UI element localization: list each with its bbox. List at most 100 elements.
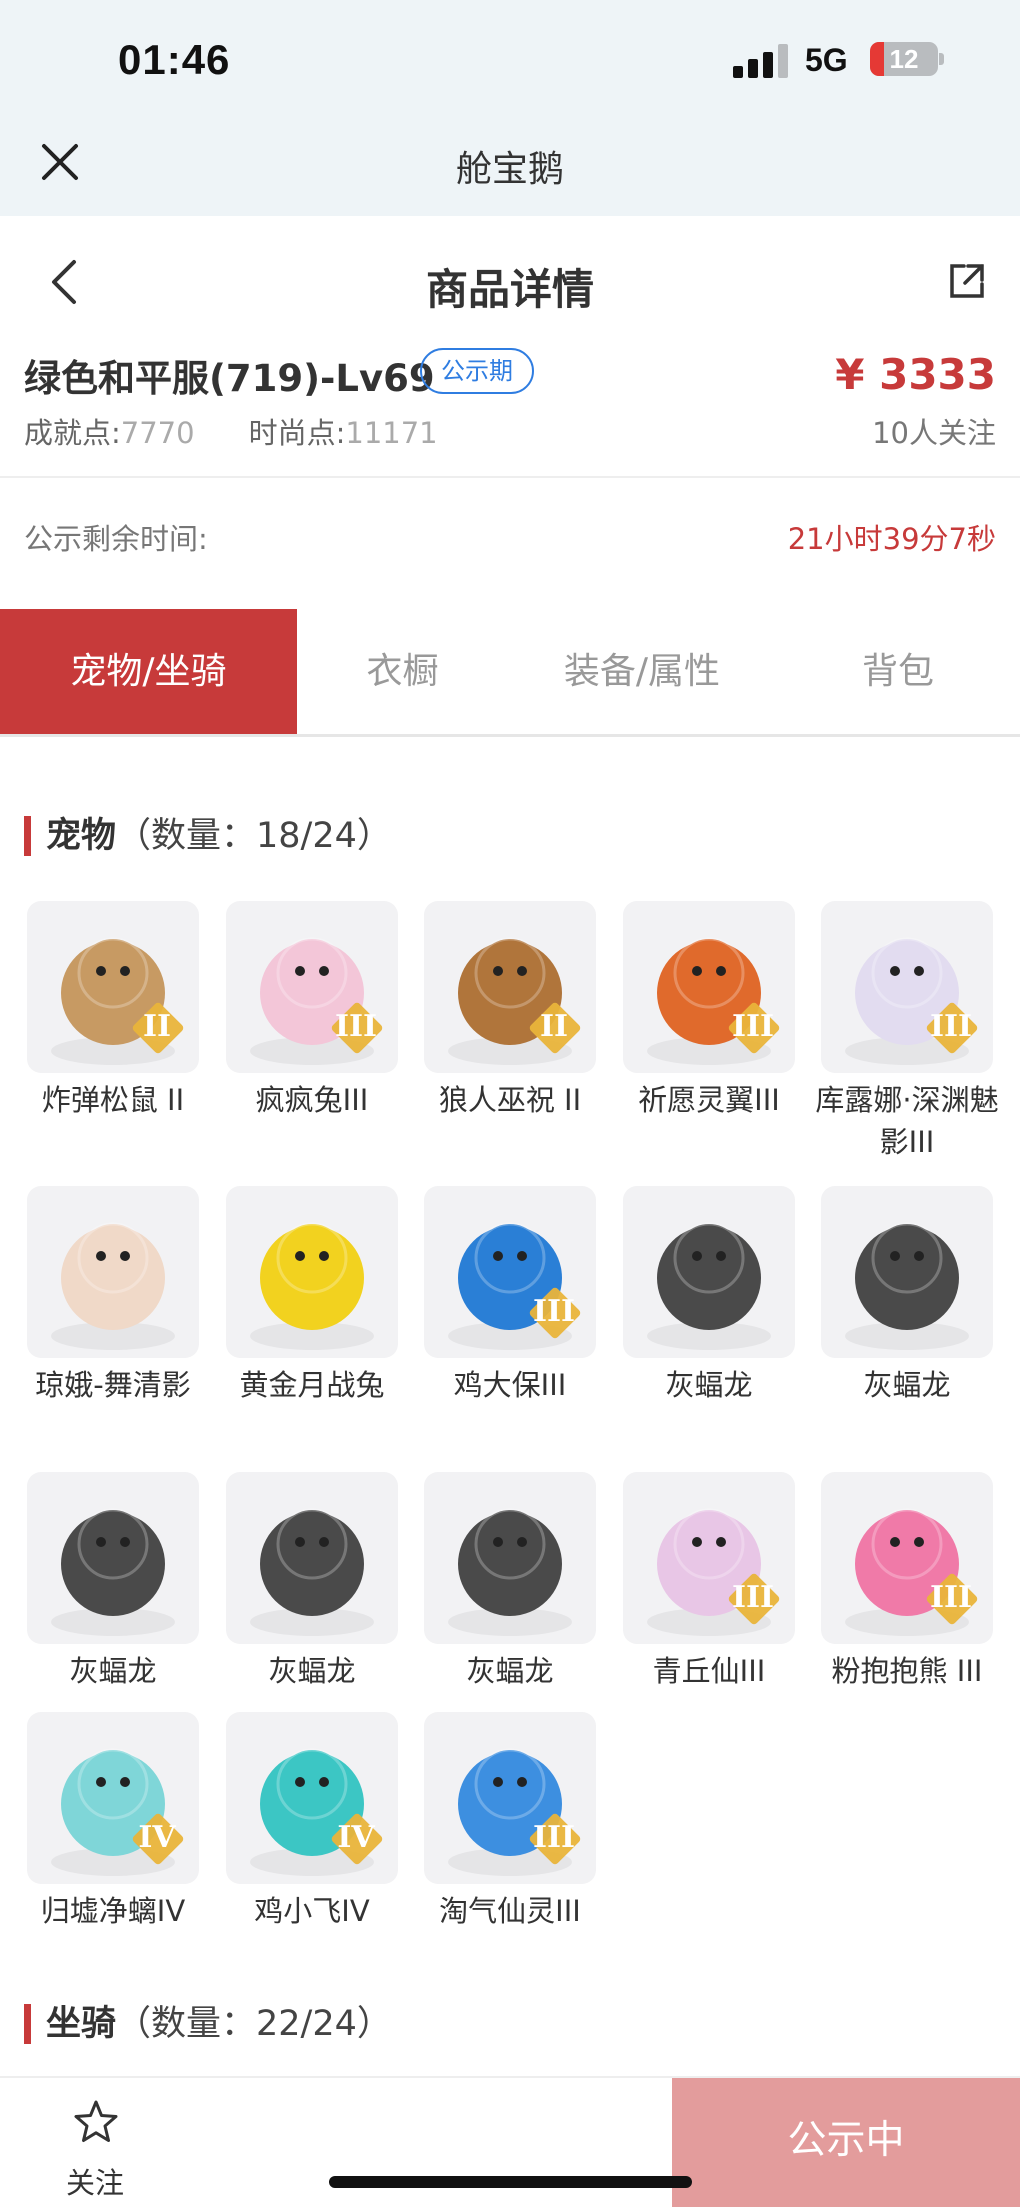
- pet-name: 青丘仙III: [652, 1654, 766, 1688]
- pets-section-title: 宠物（数量：18/24）: [24, 814, 392, 858]
- pet-item[interactable]: III 疯疯兔III: [226, 901, 398, 1121]
- pets-count: （数量：18/24）: [116, 816, 392, 856]
- rank-badge: III: [923, 1570, 979, 1626]
- rank-text: III: [929, 1580, 973, 1615]
- pet-thumbnail: [623, 1186, 795, 1358]
- pet-name: 淘气仙灵III: [439, 1894, 581, 1928]
- pet-item[interactable]: II 炸弹松鼠 II: [27, 901, 199, 1121]
- fashion-label: 时尚点:: [248, 416, 346, 450]
- pet-item[interactable]: III 祈愿灵翼III: [623, 901, 795, 1121]
- pet-name: 鸡大保III: [453, 1368, 567, 1402]
- pet-thumbnail: III: [623, 1472, 795, 1644]
- pet-item[interactable]: IV 归墟净螭IV: [27, 1712, 199, 1932]
- app-top-bar: 01:46 5G 12 舱宝鹅: [0, 0, 1020, 216]
- pet-name: 灰蝠龙: [466, 1654, 554, 1688]
- pet-thumbnail: [821, 1186, 993, 1358]
- follow-button[interactable]: 关注: [0, 2078, 190, 2207]
- dragon-icon: [250, 1508, 374, 1636]
- pets-title-text: 宠物: [46, 816, 117, 856]
- pet-name: 灰蝠龙: [863, 1368, 951, 1402]
- tab-equipment[interactable]: 装备/属性: [508, 609, 776, 734]
- tab-bar: 宠物/坐骑 衣橱 装备/属性 背包: [0, 609, 1020, 737]
- battery-level: 12: [889, 44, 919, 74]
- pet-name: 归墟净螭IV: [40, 1894, 186, 1928]
- pet-item[interactable]: IV 鸡小飞IV: [226, 1712, 398, 1932]
- pet-item[interactable]: III 粉抱抱熊 III: [821, 1472, 993, 1692]
- pet-thumbnail: [226, 1186, 398, 1358]
- pet-thumbnail: III: [424, 1186, 596, 1358]
- app-title: 舱宝鹅: [455, 149, 564, 190]
- pet-thumbnail: IV: [226, 1712, 398, 1884]
- tab-wardrobe[interactable]: 衣橱: [297, 609, 508, 734]
- pet-item[interactable]: III 鸡大保III: [424, 1186, 596, 1406]
- pet-name: 灰蝠龙: [69, 1654, 157, 1688]
- pet-item[interactable]: 灰蝠龙: [424, 1472, 596, 1692]
- rank-badge: III: [526, 1284, 582, 1340]
- rank-text: II: [539, 1009, 569, 1044]
- pet-thumbnail: [424, 1472, 596, 1644]
- battery-tip: [939, 53, 944, 65]
- pet-item[interactable]: II 狼人巫祝 II: [424, 901, 596, 1121]
- pet-thumbnail: III: [226, 901, 398, 1073]
- publicity-status-button[interactable]: 公示中: [672, 2078, 1020, 2207]
- pet-name: 鸡小飞IV: [254, 1894, 370, 1928]
- rank-text: III: [532, 1294, 576, 1329]
- pet-item[interactable]: 琼娥-舞清影: [27, 1186, 199, 1406]
- page: 01:46 5G 12 舱宝鹅 商品详情 绿色和平服(719)-Lv69 公示期…: [0, 0, 1020, 2207]
- remaining-time-value: 21小时39分7秒: [787, 522, 996, 556]
- pet-item[interactable]: 黄金月战兔: [226, 1186, 398, 1406]
- pet-thumbnail: [226, 1472, 398, 1644]
- pet-name: 灰蝠龙: [268, 1654, 356, 1688]
- share-icon[interactable]: [948, 262, 986, 300]
- pet-thumbnail: III: [821, 1472, 993, 1644]
- achievement-label: 成就点:: [24, 416, 121, 450]
- rank-badge: II: [526, 999, 582, 1055]
- rank-badge: III: [923, 999, 979, 1055]
- status-time: 01:46: [118, 36, 231, 83]
- achievement-value: 7770: [120, 416, 195, 450]
- mounts-title-text: 坐骑: [46, 2004, 117, 2044]
- pet-item[interactable]: III 青丘仙III: [623, 1472, 795, 1692]
- rank-badge: IV: [328, 1810, 384, 1866]
- gold-rabbit-icon: [250, 1222, 374, 1350]
- pet-item[interactable]: III 库露娜·深渊魅影III: [815, 901, 999, 1163]
- pet-thumbnail: III: [623, 901, 795, 1073]
- pet-item[interactable]: 灰蝠龙: [27, 1472, 199, 1692]
- mounts-section-title: 坐骑（数量：22/24）: [24, 2002, 392, 2046]
- pet-item[interactable]: 灰蝠龙: [226, 1472, 398, 1692]
- rank-text: IV: [337, 1820, 375, 1855]
- rank-text: IV: [138, 1820, 176, 1855]
- pet-name: 祈愿灵翼III: [638, 1083, 780, 1117]
- pet-thumbnail: III: [821, 901, 993, 1073]
- pet-name: 粉抱抱熊 III: [831, 1654, 983, 1688]
- star-icon: [72, 2098, 120, 2146]
- fashion-value: 11171: [345, 416, 438, 450]
- rank-badge: III: [328, 999, 384, 1055]
- pet-name: 狼人巫祝 II: [438, 1083, 582, 1117]
- rank-text: III: [532, 1820, 576, 1855]
- pet-item[interactable]: III 淘气仙灵III: [424, 1712, 596, 1932]
- status-badge: 公示期: [420, 348, 534, 394]
- dragon-icon: [647, 1222, 771, 1350]
- pet-thumbnail: [27, 1186, 199, 1358]
- rank-badge: II: [129, 999, 185, 1055]
- remaining-time-label: 公示剩余时间:: [24, 522, 208, 556]
- pet-name: 琼娥-舞清影: [35, 1368, 191, 1402]
- item-price: ¥ 3333: [835, 350, 996, 399]
- rank-text: III: [731, 1580, 775, 1615]
- pet-name: 库露娜·深渊魅影III: [815, 1083, 999, 1159]
- item-stats: 成就点:7770 时尚点:11171: [24, 410, 438, 452]
- item-name: 绿色和平服(719)-Lv69: [24, 357, 435, 400]
- mounts-count: （数量：22/24）: [116, 2004, 392, 2044]
- follow-label: 关注: [65, 2166, 124, 2200]
- rank-badge: III: [526, 1810, 582, 1866]
- tab-pets-mounts[interactable]: 宠物/坐骑: [0, 609, 297, 734]
- pet-thumbnail: [27, 1472, 199, 1644]
- pet-item[interactable]: 灰蝠龙: [623, 1186, 795, 1406]
- pet-item[interactable]: 灰蝠龙: [821, 1186, 993, 1406]
- dancer-icon: [51, 1222, 175, 1350]
- divider: [0, 476, 1020, 478]
- dragon-icon: [51, 1508, 175, 1636]
- rank-text: III: [731, 1009, 775, 1044]
- tab-backpack[interactable]: 背包: [776, 609, 1020, 734]
